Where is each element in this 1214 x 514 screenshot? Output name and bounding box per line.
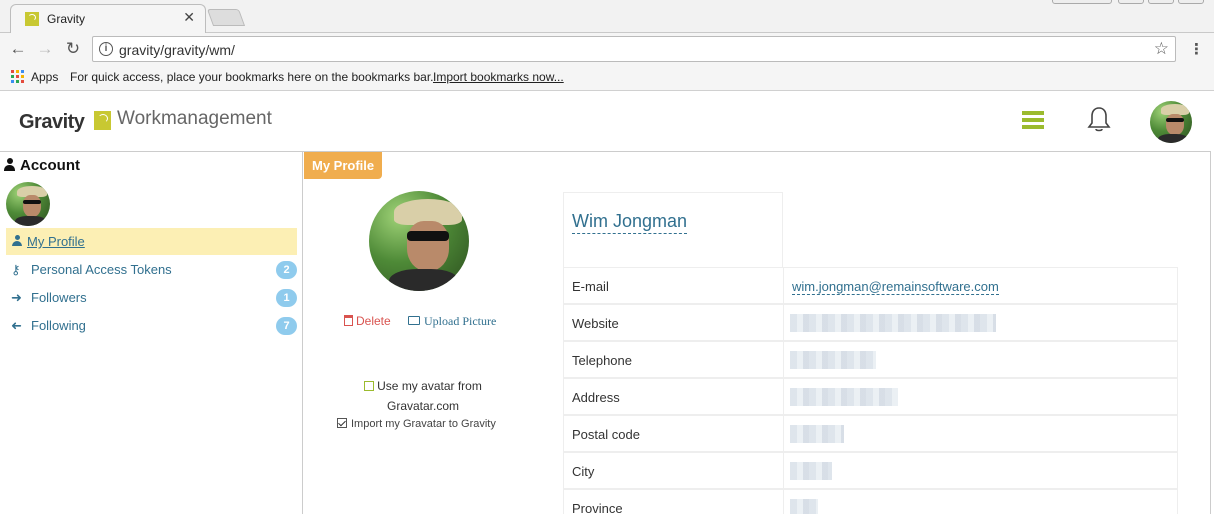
tab-title: Gravity bbox=[47, 12, 86, 26]
sidebar-item-label: Followers bbox=[31, 290, 87, 305]
table-row: Postal code bbox=[563, 415, 1178, 452]
table-row: E-mail wim.jongman@remainsoftware.com bbox=[563, 267, 1178, 304]
table-row: Website bbox=[563, 304, 1178, 341]
sidebar-item-personal-access-tokens[interactable]: ⚷ Personal Access Tokens 2 bbox=[6, 256, 297, 283]
close-tab-icon[interactable]: ✕ bbox=[183, 9, 195, 26]
province-value-redacted[interactable] bbox=[790, 499, 818, 514]
user-name[interactable]: Wim Jongman bbox=[572, 211, 688, 234]
trash-icon bbox=[344, 315, 353, 326]
field-label: E-mail bbox=[572, 279, 609, 294]
sidebar-avatar bbox=[6, 182, 50, 226]
sidebar-item-my-profile[interactable]: My Profile bbox=[6, 228, 297, 255]
user-icon bbox=[4, 158, 15, 171]
import-gravatar-label: Import my Gravatar to Gravity bbox=[351, 418, 496, 430]
sidebar-item-label: Following bbox=[31, 318, 86, 333]
window-control[interactable] bbox=[1178, 0, 1204, 4]
user-name-cell: Wim Jongman bbox=[563, 192, 783, 268]
import-bookmarks-link[interactable]: Import bookmarks now... bbox=[433, 70, 564, 84]
bookmarks-bar: Apps For quick access, place your bookma… bbox=[0, 65, 1214, 91]
sidebar-item-label: My Profile bbox=[27, 234, 85, 249]
back-arrow-icon[interactable]: ← bbox=[9, 39, 27, 59]
postal-code-value-redacted[interactable] bbox=[790, 425, 844, 443]
bookmarks-hint: For quick access, place your bookmarks h… bbox=[70, 70, 434, 84]
bookmark-star-icon[interactable]: ☆ bbox=[1154, 39, 1169, 59]
address-value-redacted[interactable] bbox=[790, 388, 898, 406]
user-avatar[interactable] bbox=[1150, 101, 1192, 143]
sidebar-item-label: Personal Access Tokens bbox=[31, 262, 172, 277]
city-value-redacted[interactable] bbox=[790, 462, 832, 480]
field-label: Address bbox=[572, 390, 620, 405]
address-bar[interactable]: i gravity/gravity/wm/ ☆ bbox=[92, 36, 1176, 62]
tab-my-profile[interactable]: My Profile bbox=[304, 152, 383, 179]
forward-arrow-icon[interactable]: → bbox=[36, 39, 54, 59]
account-heading: Account bbox=[4, 157, 80, 174]
profile-picture bbox=[369, 191, 469, 291]
import-gravatar-checkbox[interactable] bbox=[337, 418, 347, 428]
new-tab-button[interactable] bbox=[206, 9, 246, 26]
telephone-value-redacted[interactable] bbox=[790, 351, 876, 369]
sidebar-item-followers[interactable]: ➜ Followers 1 bbox=[6, 284, 297, 311]
sidebar-item-following[interactable]: ➜ Following 7 bbox=[6, 312, 297, 339]
table-row: City bbox=[563, 452, 1178, 489]
key-icon: ⚷ bbox=[11, 262, 21, 277]
user-icon bbox=[12, 235, 22, 247]
table-row: Address bbox=[563, 378, 1178, 415]
delete-picture-button[interactable]: Delete bbox=[344, 314, 391, 328]
info-icon[interactable]: i bbox=[99, 42, 113, 56]
table-row: Telephone bbox=[563, 341, 1178, 378]
upload-picture-button[interactable]: Upload Picture bbox=[408, 314, 496, 329]
use-gravatar-option[interactable]: Use my avatar from Gravatar.com bbox=[333, 376, 513, 416]
use-gravatar-checkbox[interactable] bbox=[364, 381, 375, 391]
gravity-favicon-icon bbox=[25, 12, 39, 26]
field-label: Province bbox=[572, 501, 623, 514]
email-value[interactable]: wim.jongman@remainsoftware.com bbox=[792, 279, 999, 295]
url-text[interactable]: gravity/gravity/wm/ bbox=[119, 42, 235, 58]
count-badge: 1 bbox=[276, 289, 297, 307]
apps-link[interactable]: Apps bbox=[31, 70, 58, 84]
table-row: Province bbox=[563, 489, 1178, 514]
browser-tab[interactable]: Gravity ✕ bbox=[10, 4, 206, 34]
browser-menu-icon[interactable]: ⋮ bbox=[1189, 40, 1204, 58]
count-badge: 7 bbox=[276, 317, 297, 335]
folder-open-icon bbox=[408, 316, 420, 325]
website-value-redacted[interactable] bbox=[790, 314, 996, 332]
count-badge: 2 bbox=[276, 261, 297, 279]
import-gravatar-option[interactable]: Import my Gravatar to Gravity bbox=[337, 418, 496, 430]
window-control[interactable] bbox=[1118, 0, 1144, 4]
apps-grid-icon[interactable] bbox=[11, 70, 24, 83]
browser-tabstrip: Gravity ✕ bbox=[0, 0, 1214, 34]
account-sidebar: Account My Profile ⚷ Personal Access Tok… bbox=[0, 151, 303, 514]
field-label: Postal code bbox=[572, 427, 640, 442]
browser-toolbar: ← → ↻ i gravity/gravity/wm/ ☆ ⋮ bbox=[0, 33, 1214, 65]
window-control[interactable] bbox=[1148, 0, 1174, 4]
arrow-right-icon: ➜ bbox=[11, 290, 22, 305]
gravity-logo[interactable]: Gravity bbox=[19, 111, 85, 134]
field-label: City bbox=[572, 464, 595, 479]
arrow-left-icon: ➜ bbox=[11, 318, 22, 333]
field-label: Website bbox=[572, 316, 619, 331]
hamburger-menu-icon[interactable] bbox=[1022, 111, 1044, 129]
use-gravatar-label: Use my avatar from Gravatar.com bbox=[377, 379, 482, 413]
app-name: Workmanagement bbox=[117, 108, 272, 129]
reload-icon[interactable]: ↻ bbox=[64, 39, 82, 59]
profile-panel: My Profile Delete Upload Picture Use my … bbox=[303, 151, 1211, 514]
bell-icon[interactable] bbox=[1086, 105, 1112, 133]
app-header: Gravity Workmanagement bbox=[0, 91, 1214, 151]
gravity-logo-icon bbox=[94, 111, 111, 130]
field-label: Telephone bbox=[572, 353, 632, 368]
window-control[interactable] bbox=[1052, 0, 1112, 4]
